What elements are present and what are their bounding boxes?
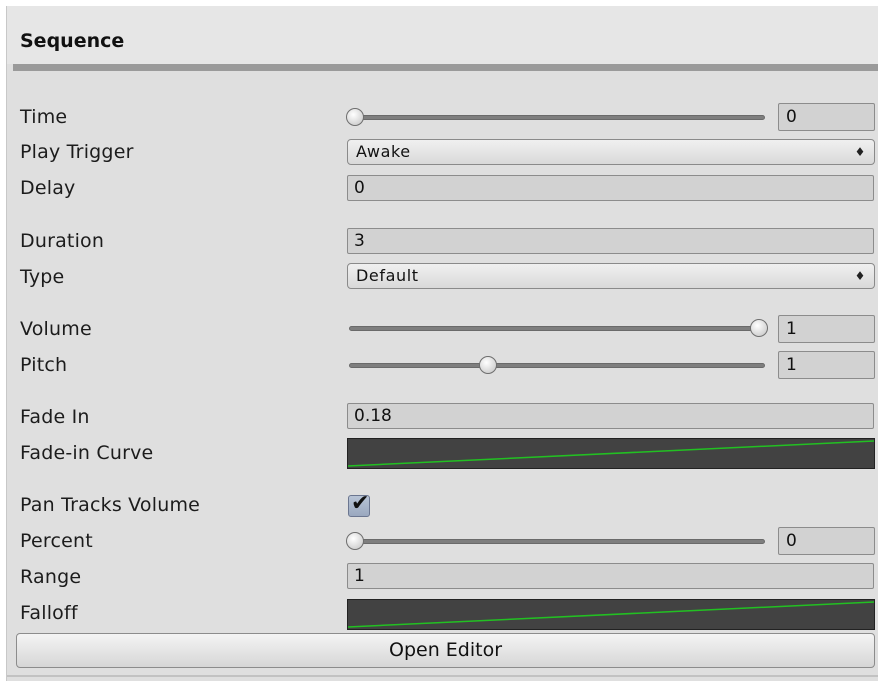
pitch-value-field[interactable]: 1 bbox=[778, 351, 875, 379]
range-field[interactable]: 1 bbox=[347, 563, 874, 589]
volume-slider-track[interactable] bbox=[349, 326, 765, 331]
fade-in-curve-field[interactable] bbox=[347, 438, 875, 469]
type-selected: Default bbox=[356, 266, 419, 285]
dropdown-arrows-icon: ♦ bbox=[854, 145, 866, 159]
range-label: Range bbox=[20, 566, 82, 588]
fade-in-label: Fade In bbox=[20, 406, 90, 428]
header-divider bbox=[13, 64, 878, 71]
percent-value-field[interactable]: 0 bbox=[778, 527, 875, 555]
time-slider-track[interactable] bbox=[349, 115, 765, 120]
percent-slider-thumb[interactable] bbox=[346, 532, 364, 550]
duration-field[interactable]: 3 bbox=[347, 228, 874, 254]
play-trigger-dropdown[interactable]: Awake ♦ bbox=[347, 139, 875, 165]
falloff-curve-line bbox=[348, 601, 874, 628]
fade-in-field[interactable]: 0.18 bbox=[347, 403, 874, 429]
time-slider-thumb[interactable] bbox=[346, 108, 364, 126]
percent-slider-track[interactable] bbox=[349, 539, 765, 544]
component-header: Sequence bbox=[7, 6, 878, 64]
type-label: Type bbox=[20, 266, 65, 288]
pitch-label: Pitch bbox=[20, 354, 68, 376]
type-dropdown[interactable]: Default ♦ bbox=[347, 263, 875, 289]
inspector-panel: Sequence Time 0 Play Trigger Awake ♦ Del… bbox=[6, 6, 878, 681]
duration-label: Duration bbox=[20, 230, 105, 252]
time-value-field[interactable]: 0 bbox=[778, 103, 875, 131]
volume-label: Volume bbox=[20, 318, 92, 340]
play-trigger-label: Play Trigger bbox=[20, 141, 134, 163]
dropdown-arrows-icon: ♦ bbox=[854, 269, 866, 283]
falloff-curve-field[interactable] bbox=[347, 599, 875, 630]
falloff-curve-graph bbox=[348, 601, 874, 628]
pan-tracks-volume-label: Pan Tracks Volume bbox=[20, 494, 201, 516]
volume-slider-thumb[interactable] bbox=[750, 319, 768, 337]
fade-in-curve-label: Fade-in Curve bbox=[20, 442, 154, 464]
component-title: Sequence bbox=[20, 30, 125, 52]
falloff-label: Falloff bbox=[20, 602, 78, 624]
percent-label: Percent bbox=[20, 530, 93, 552]
fade-in-curve-graph bbox=[348, 440, 874, 467]
pan-tracks-volume-checkbox[interactable]: ✔ bbox=[348, 491, 370, 517]
delay-label: Delay bbox=[20, 177, 76, 199]
bottom-divider bbox=[7, 675, 878, 677]
volume-value-field[interactable]: 1 bbox=[778, 315, 875, 343]
time-label: Time bbox=[20, 106, 68, 128]
checkmark-icon: ✔ bbox=[351, 491, 370, 516]
open-editor-button[interactable]: Open Editor bbox=[16, 633, 875, 668]
play-trigger-selected: Awake bbox=[356, 142, 411, 161]
fade-in-curve-line bbox=[348, 440, 874, 467]
delay-field[interactable]: 0 bbox=[347, 175, 874, 201]
pitch-slider-track[interactable] bbox=[349, 363, 765, 368]
pitch-slider-thumb[interactable] bbox=[479, 356, 498, 374]
